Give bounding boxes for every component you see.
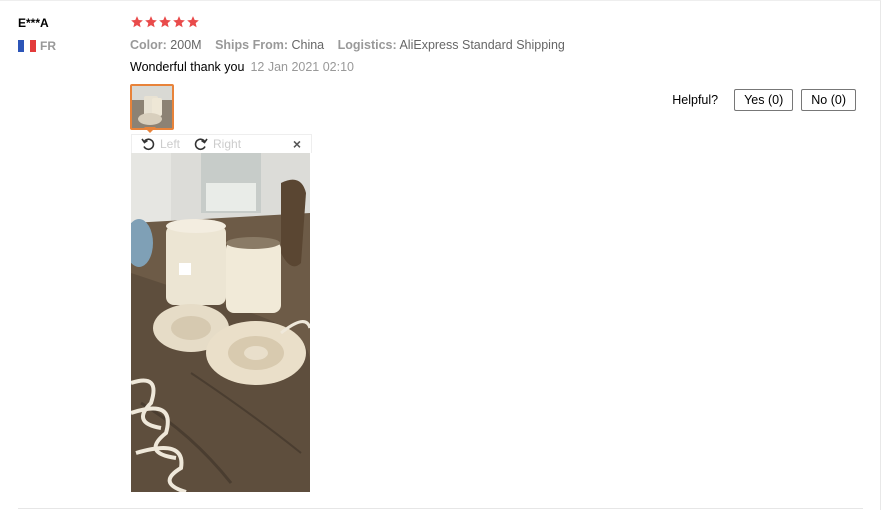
meta-logistics: Logistics: AliExpress Standard Shipping: [337, 38, 565, 52]
review-date: 12 Jan 2021 02:10: [250, 60, 355, 74]
rotate-right-button[interactable]: Right: [194, 137, 241, 151]
rotate-left-icon: [141, 138, 155, 151]
helpful-no-button[interactable]: No (0): [801, 89, 856, 111]
helpful-label: Helpful?: [672, 93, 719, 107]
thumbnail-pointer: [144, 127, 156, 133]
star-icon: [173, 16, 185, 28]
order-meta: Color: 200M Ships From: China Logistics:…: [130, 38, 575, 52]
rotate-left-label: Left: [160, 137, 181, 151]
rotate-left-button[interactable]: Left: [141, 137, 180, 151]
review-divider: [18, 508, 863, 509]
close-viewer-button[interactable]: ×: [293, 136, 301, 152]
star-rating: [130, 15, 200, 29]
country-code: FR: [40, 39, 56, 53]
france-flag-icon: [18, 40, 36, 52]
image-viewer-toolbar: Left Right ×: [131, 134, 312, 153]
star-icon: [145, 16, 157, 28]
review-body: Wonderful thank you 12 Jan 2021 02:10: [130, 60, 354, 74]
rotate-right-icon: [194, 138, 208, 151]
review-photo-thumbnail[interactable]: [130, 84, 174, 130]
review-card: E***A FR Color: 200M Ships From: China L…: [0, 0, 881, 510]
star-icon: [131, 16, 143, 28]
rotate-right-label: Right: [213, 137, 242, 151]
helpful-vote: Helpful? Yes (0) No (0): [672, 89, 856, 111]
helpful-yes-button[interactable]: Yes (0): [734, 89, 794, 111]
star-icon: [187, 16, 199, 28]
meta-color: Color: 200M: [130, 38, 202, 52]
review-text: Wonderful thank you: [130, 60, 245, 74]
reviewer-name: E***A: [18, 16, 49, 30]
reviewer-country: FR: [18, 39, 56, 53]
meta-ships-from: Ships From: China: [215, 38, 325, 52]
review-photo-large: [131, 153, 310, 492]
star-icon: [159, 16, 171, 28]
